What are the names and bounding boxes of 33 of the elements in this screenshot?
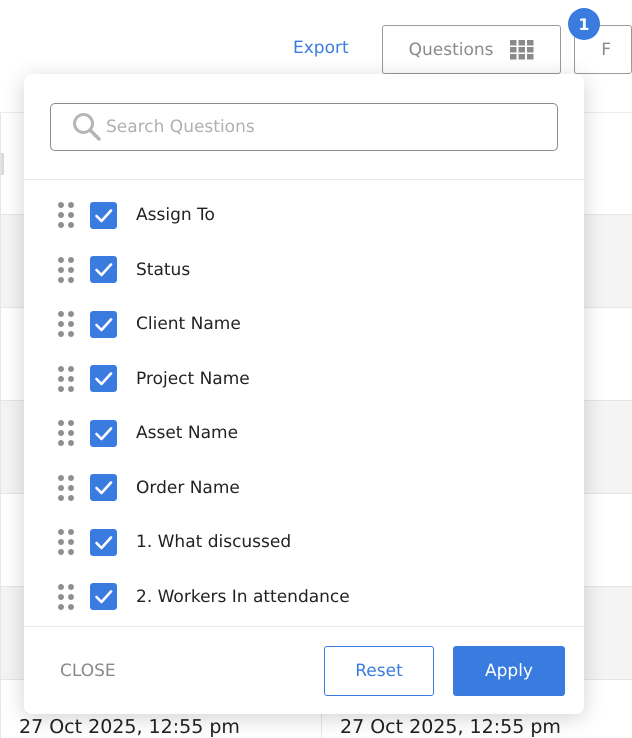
drag-handle-icon[interactable] [58,529,74,556]
apply-button[interactable]: Apply [453,646,565,696]
checkbox[interactable] [90,528,117,556]
drag-handle-icon[interactable] [58,256,74,283]
checkbox[interactable] [90,474,117,502]
close-button[interactable]: CLOSE [50,656,126,684]
question-label: Assign To [136,205,215,226]
search-field[interactable]: Search Questions [50,103,558,151]
question-label: Asset Name [136,423,238,444]
question-label: Order Name [136,478,240,498]
checkbox[interactable] [90,420,117,447]
checkbox[interactable] [90,365,117,392]
checkbox[interactable] [90,583,117,610]
questions-button[interactable]: Questions [382,25,562,74]
question-label: Client Name [136,314,241,334]
drag-handle-icon[interactable] [58,474,74,501]
export-link[interactable]: Export [293,38,382,58]
question-label: Project Name [136,368,250,389]
checkbox[interactable] [90,310,117,338]
table-cell-text: 27 Oct 2025, 12:55 pm [18,715,241,738]
checkbox[interactable] [90,202,117,229]
count-badge: 1 [568,8,600,40]
reset-button[interactable]: Reset [324,646,434,696]
drag-handle-icon[interactable] [58,202,74,228]
drag-handle-icon[interactable] [58,420,74,446]
question-label: Status [136,260,190,280]
grid-icon [510,40,534,60]
question-label: 1. What discussed [136,532,292,552]
checkbox[interactable] [90,256,117,284]
question-label: 2. Workers In attendance [136,586,350,607]
drag-handle-icon[interactable] [58,584,74,610]
drag-handle-icon[interactable] [58,311,74,338]
drag-handle-icon[interactable] [58,366,74,392]
